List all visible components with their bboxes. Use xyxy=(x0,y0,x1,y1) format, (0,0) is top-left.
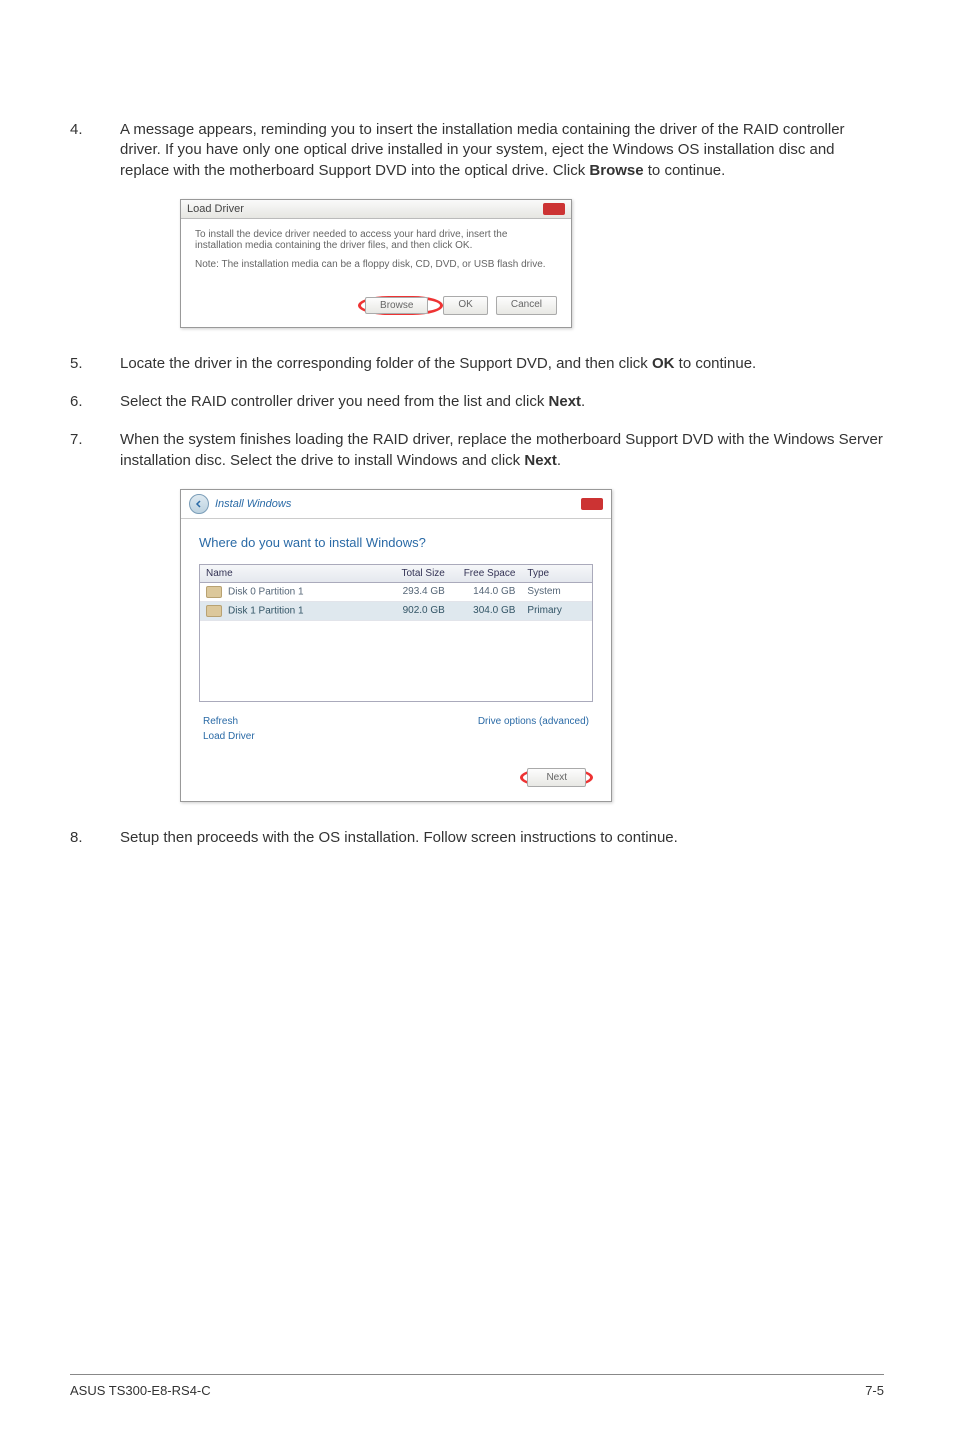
col-free[interactable]: Free Space xyxy=(451,565,522,582)
step-number: 8. xyxy=(70,828,120,848)
dialog-title: Install Windows xyxy=(215,498,291,510)
partition-table: Name Total Size Free Space Type Disk 0 P… xyxy=(199,564,593,702)
highlight-ring: Next xyxy=(520,768,593,787)
step-text: When the system finishes loading the RAI… xyxy=(120,430,884,471)
table-row[interactable]: Disk 0 Partition 1 293.4 GB 144.0 GB Sys… xyxy=(200,583,592,602)
step-number: 7. xyxy=(70,430,120,471)
footer-product: ASUS TS300-E8-RS4-C xyxy=(70,1383,211,1398)
step-text: Locate the driver in the corresponding f… xyxy=(120,354,884,374)
col-type[interactable]: Type xyxy=(521,565,592,582)
col-name[interactable]: Name xyxy=(200,565,380,582)
step-number: 5. xyxy=(70,354,120,374)
load-driver-link[interactable]: Load Driver xyxy=(203,731,255,742)
step-text: A message appears, reminding you to inse… xyxy=(120,120,884,181)
col-total[interactable]: Total Size xyxy=(380,565,451,582)
install-question: Where do you want to install Windows? xyxy=(199,535,593,550)
highlight-ring: Browse xyxy=(358,296,443,315)
disk-icon xyxy=(206,586,222,598)
table-row[interactable]: Disk 1 Partition 1 902.0 GB 304.0 GB Pri… xyxy=(200,602,592,621)
load-driver-dialog: Load Driver To install the device driver… xyxy=(180,199,572,328)
dialog-message: To install the device driver needed to a… xyxy=(195,229,557,251)
browse-button[interactable]: Browse xyxy=(365,297,428,314)
footer-page: 7-5 xyxy=(865,1383,884,1398)
dialog-note: Note: The installation media can be a fl… xyxy=(195,259,557,270)
refresh-link[interactable]: Refresh xyxy=(203,716,255,727)
disk-icon xyxy=(206,605,222,617)
cancel-button[interactable]: Cancel xyxy=(496,296,557,315)
close-icon[interactable] xyxy=(543,203,565,215)
drive-options-link[interactable]: Drive options (advanced) xyxy=(478,716,589,727)
step-number: 6. xyxy=(70,392,120,412)
dialog-title: Load Driver xyxy=(187,203,244,215)
step-number: 4. xyxy=(70,120,120,181)
step-text: Select the RAID controller driver you ne… xyxy=(120,392,884,412)
close-icon[interactable] xyxy=(581,498,603,510)
next-button[interactable]: Next xyxy=(527,768,586,787)
ok-button[interactable]: OK xyxy=(443,296,487,315)
back-icon[interactable] xyxy=(189,494,209,514)
step-text: Setup then proceeds with the OS installa… xyxy=(120,828,884,848)
install-windows-dialog: Install Windows Where do you want to ins… xyxy=(180,489,612,802)
